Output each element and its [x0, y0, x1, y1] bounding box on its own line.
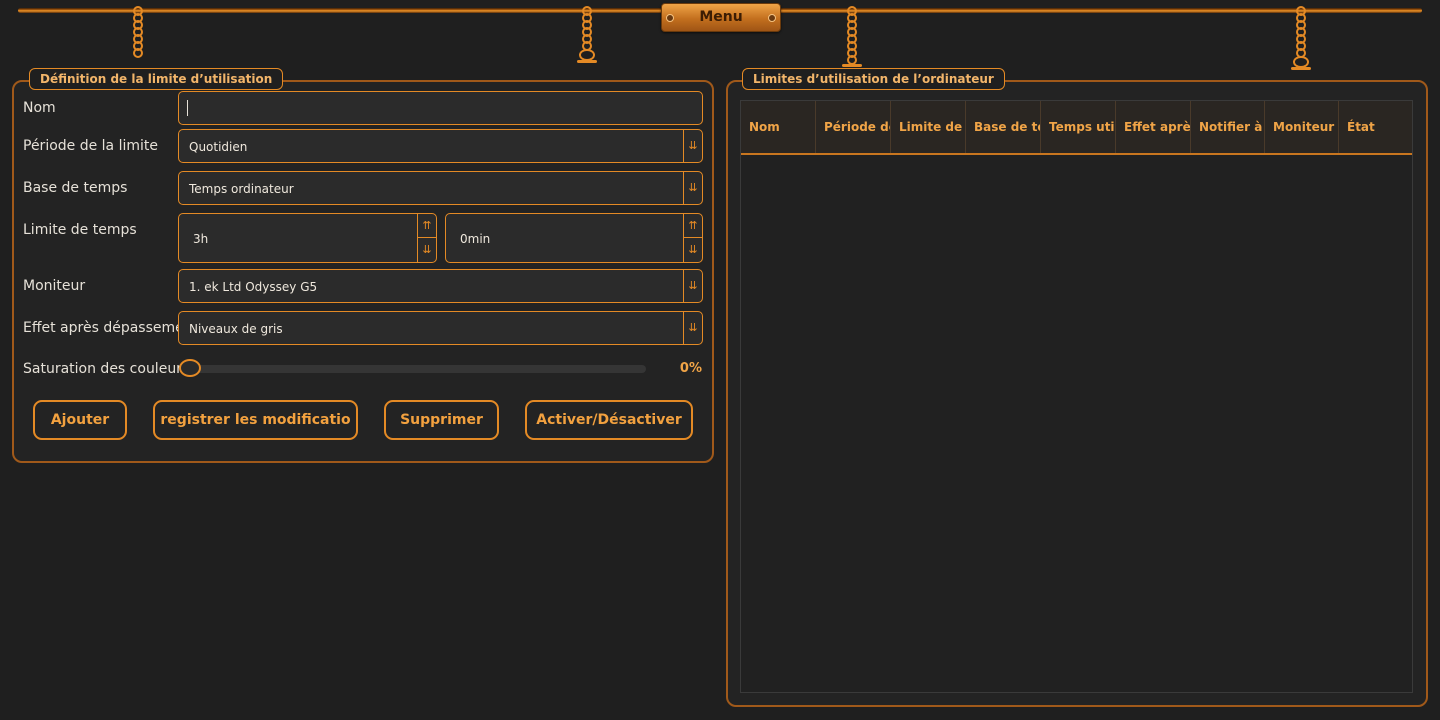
time-base-label: Base de temps [23, 180, 128, 196]
double-down-arrow-icon[interactable]: ⇊ [683, 270, 702, 302]
effect-select[interactable]: Niveaux de gris ⇊ [178, 311, 703, 345]
saturation-value: 0% [679, 361, 702, 376]
name-label: Nom [23, 100, 56, 116]
chain-decoration [577, 6, 597, 63]
hours-spinbox[interactable]: 3h ⇈ ⇊ [178, 213, 437, 263]
delete-button[interactable]: Supprimer [384, 400, 499, 440]
hours-value: 3h [193, 232, 209, 246]
limit-definition-title: Définition de la limite d’utilisation [29, 68, 284, 90]
text-caret [187, 100, 188, 116]
effect-label: Effet après dépassement [23, 320, 199, 336]
column-header-time-used[interactable]: Temps util [1041, 101, 1116, 153]
period-label: Période de la limite [23, 138, 158, 154]
double-up-arrow-icon[interactable]: ⇈ [684, 214, 702, 238]
effect-select-value: Niveaux de gris [189, 322, 283, 336]
column-header-notify[interactable]: Notifier à l [1191, 101, 1265, 153]
limits-table[interactable]: Nom Période de Limite de t Base de te Te… [740, 100, 1413, 693]
monitor-label: Moniteur [23, 278, 86, 294]
time-limit-label: Limite de temps [23, 222, 137, 238]
add-button[interactable]: Ajouter [33, 400, 127, 440]
column-header-effect[interactable]: Effet après [1116, 101, 1191, 153]
double-up-arrow-icon[interactable]: ⇈ [418, 214, 436, 238]
double-down-arrow-icon[interactable]: ⇊ [683, 130, 702, 162]
table-header: Nom Période de Limite de t Base de te Te… [741, 101, 1412, 155]
column-header-period[interactable]: Période de [816, 101, 891, 153]
column-header-name[interactable]: Nom [741, 101, 816, 153]
period-select[interactable]: Quotidien ⇊ [178, 129, 703, 163]
chain-decoration [131, 6, 145, 58]
minutes-value: 0min [460, 232, 491, 246]
monitor-select-value: 1. ek Ltd Odyssey G5 [189, 280, 318, 294]
double-down-arrow-icon[interactable]: ⇊ [683, 172, 702, 204]
monitor-select[interactable]: 1. ek Ltd Odyssey G5 ⇊ [178, 269, 703, 303]
toggle-button[interactable]: Activer/Désactiver [525, 400, 693, 440]
saturation-slider-track[interactable] [186, 365, 646, 373]
column-header-state[interactable]: État [1339, 101, 1412, 153]
save-changes-button[interactable]: registrer les modificatio [153, 400, 358, 440]
double-down-arrow-icon[interactable]: ⇊ [684, 238, 702, 262]
minutes-spinbox[interactable]: 0min ⇈ ⇊ [445, 213, 703, 263]
double-down-arrow-icon[interactable]: ⇊ [418, 238, 436, 262]
name-input[interactable] [178, 91, 703, 125]
period-select-value: Quotidien [189, 140, 248, 154]
rivet-icon [768, 14, 776, 22]
column-header-monitor[interactable]: Moniteur [1265, 101, 1339, 153]
column-header-time-base[interactable]: Base de te [966, 101, 1041, 153]
menu-button-label: Menu [699, 9, 743, 25]
chain-decoration [1291, 6, 1311, 70]
saturation-slider-handle[interactable] [179, 359, 201, 377]
rivet-icon [666, 14, 674, 22]
time-base-select-value: Temps ordinateur [189, 182, 294, 196]
chain-decoration [842, 6, 862, 67]
double-down-arrow-icon[interactable]: ⇊ [683, 312, 702, 344]
column-header-limit[interactable]: Limite de t [891, 101, 966, 153]
limits-table-title: Limites d’utilisation de l’ordinateur [742, 68, 1005, 90]
menu-button[interactable]: Menu [661, 3, 781, 32]
saturation-label: Saturation des couleurs [23, 361, 190, 377]
time-base-select[interactable]: Temps ordinateur ⇊ [178, 171, 703, 205]
